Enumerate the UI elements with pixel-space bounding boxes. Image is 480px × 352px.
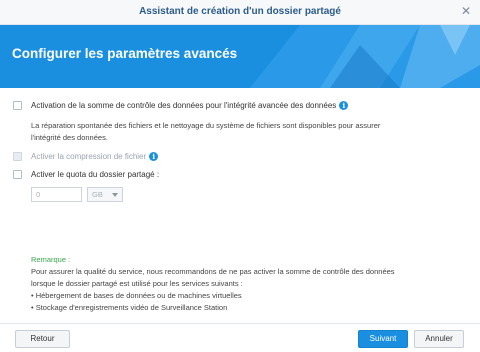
info-icon[interactable]: i bbox=[149, 152, 159, 162]
checksum-checkbox[interactable] bbox=[13, 101, 22, 110]
close-icon[interactable]: ✕ bbox=[460, 5, 472, 17]
back-button[interactable]: Retour bbox=[15, 330, 70, 348]
checksum-label-text: Activation de la somme de contrôle des d… bbox=[31, 101, 337, 110]
compression-label: Activer la compression de fichier i bbox=[31, 152, 159, 162]
remark-list: Hébergement de bases de données ou de ma… bbox=[31, 290, 471, 314]
cancel-button[interactable]: Annuler bbox=[414, 330, 464, 348]
checksum-description: La réparation spontanée des fichiers et … bbox=[31, 120, 451, 144]
remark-line2: lorsque le dossier partagé est utilisé p… bbox=[31, 279, 243, 288]
list-item: Stockage d'enregistrements vidéo de Surv… bbox=[31, 302, 471, 314]
next-button[interactable]: Suivant bbox=[358, 330, 408, 348]
list-item: Hébergement de bases de données ou de ma… bbox=[31, 290, 471, 302]
remark-line1: Pour assurer la qualité du service, nous… bbox=[31, 267, 395, 276]
quota-unit-select[interactable]: GB bbox=[87, 187, 123, 202]
checksum-description-line2: l'intégrité des données. bbox=[31, 133, 108, 142]
quota-unit-value: GB bbox=[92, 190, 103, 199]
quota-label[interactable]: Activer le quota du dossier partagé : bbox=[31, 170, 159, 179]
quota-size-input[interactable]: 0 bbox=[31, 187, 82, 202]
title-bar: Assistant de création d'un dossier parta… bbox=[0, 0, 480, 25]
checksum-label[interactable]: Activation de la somme de contrôle des d… bbox=[31, 101, 349, 111]
compression-label-text: Activer la compression de fichier bbox=[31, 152, 147, 161]
quota-checkbox[interactable] bbox=[13, 170, 22, 179]
page-heading: Configurer les paramètres avancés bbox=[12, 46, 238, 61]
info-icon[interactable]: i bbox=[339, 101, 349, 111]
compression-checkbox[interactable] bbox=[13, 152, 22, 161]
checksum-description-line1: La réparation spontanée des fichiers et … bbox=[31, 121, 381, 130]
remark-text: Pour assurer la qualité du service, nous… bbox=[31, 266, 471, 314]
footer-bar bbox=[0, 323, 480, 352]
wizard-dialog: Assistant de création d'un dossier parta… bbox=[0, 0, 480, 351]
remark-title: Remarque : bbox=[31, 255, 71, 264]
chevron-down-icon bbox=[112, 193, 118, 197]
window-title: Assistant de création d'un dossier parta… bbox=[139, 6, 341, 17]
header-banner: Configurer les paramètres avancés bbox=[0, 25, 480, 88]
